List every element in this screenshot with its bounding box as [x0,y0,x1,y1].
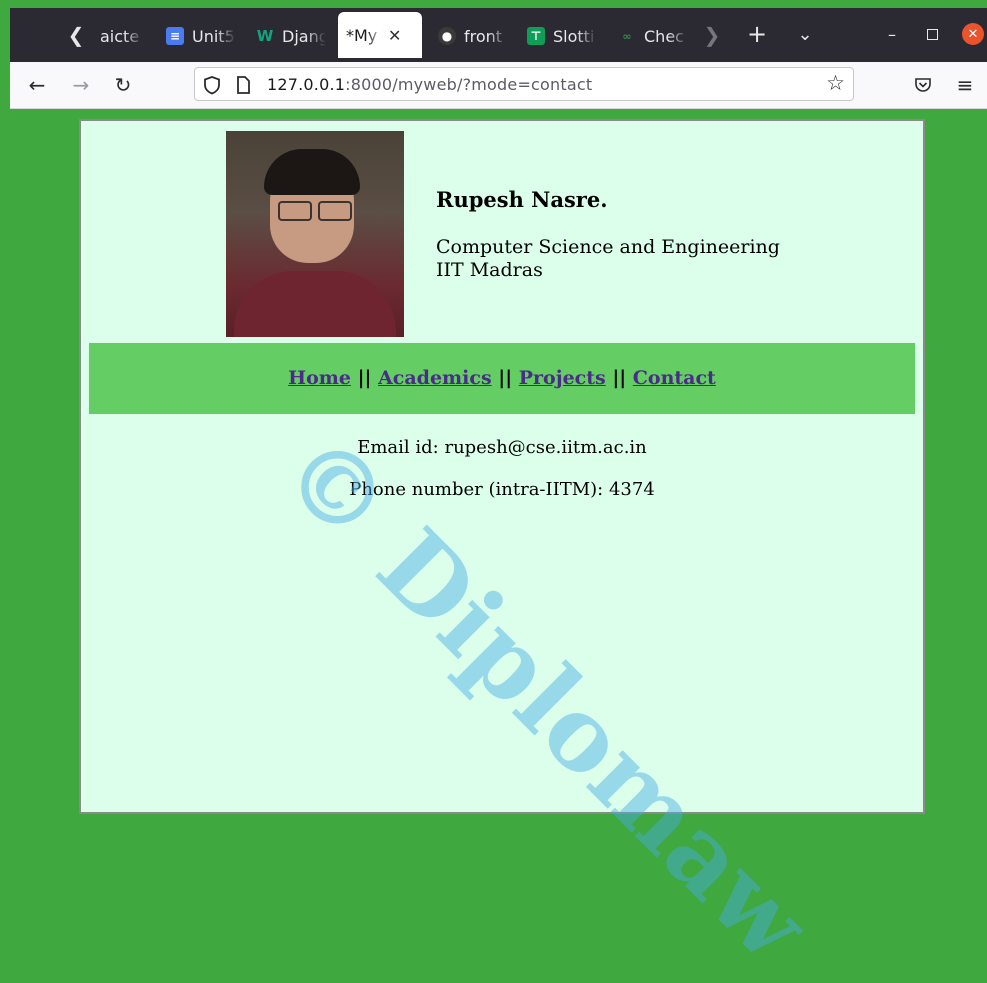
bookmark-star-icon[interactable]: ☆ [826,71,845,95]
tab-check[interactable]: ∞ Chec [618,16,688,56]
nav-separator: || [498,367,513,389]
back-arrow-icon[interactable]: ← [24,72,50,98]
w-icon: W [256,27,274,45]
reload-icon[interactable]: ↻ [110,72,136,98]
nav-link-home[interactable]: Home [288,367,351,389]
gfg-icon: ∞ [622,29,632,43]
navigation-toolbar: ← → ↻ 127.0.0.1:8000/myweb/?mode=contact… [10,62,987,109]
nav-separator: || [612,367,627,389]
url-bar[interactable]: 127.0.0.1:8000/myweb/?mode=contact ☆ [194,67,854,101]
site-nav-menu: Home || Academics || Projects || Contact [89,343,915,414]
url-path: :8000/myweb/?mode=contact [345,75,593,94]
institute-line: IIT Madras [436,259,543,281]
url-host: 127.0.0.1 [267,75,346,94]
nav-link-academics[interactable]: Academics [378,367,492,389]
tab-label: Slotti [553,26,595,46]
new-tab-icon[interactable]: + [744,20,770,48]
tab-my-web[interactable]: *My W ✕ [338,12,422,58]
url-text[interactable]: 127.0.0.1:8000/myweb/?mode=contact [267,75,592,94]
close-tab-icon[interactable]: ✕ [388,26,401,45]
sheets-icon: ⊤ [527,27,545,45]
tab-aicte[interactable]: aicte [100,16,144,56]
tab-label: Chec [644,26,684,46]
forward-arrow-icon[interactable]: → [68,72,94,98]
photo-glasses-right [318,201,352,221]
menu-hamburger-icon[interactable]: ≡ [952,72,978,98]
tab-front[interactable]: ● front [438,16,508,56]
tab-unit5[interactable]: ≡ Unit5 [166,16,236,56]
photo-hair [264,149,360,195]
tab-label: Unit5 [192,26,235,46]
page-icon[interactable] [235,75,251,95]
tab-label: *My W [346,25,384,45]
nav-link-projects[interactable]: Projects [519,367,606,389]
list-tabs-chevron-down-icon[interactable]: ⌄ [792,20,818,48]
photo-glasses-left [278,201,312,221]
close-window-icon[interactable]: ✕ [962,23,984,45]
tab-label: front [464,26,503,46]
tab-scroll-right-icon[interactable]: ❯ [702,22,722,48]
tab-scroll-left-icon[interactable]: ❮ [66,22,86,48]
profile-photo [226,131,404,337]
shield-icon[interactable] [203,75,221,95]
docs-icon: ≡ [166,27,184,45]
email-text: Email id: rupesh@cse.iitm.ac.in [357,437,647,458]
web-page-content: Rupesh Nasre. Computer Science and Engin… [79,119,925,983]
profile-affiliation: Computer Science and Engineering IIT Mad… [436,236,780,282]
department-line: Computer Science and Engineering [436,236,780,258]
phone-text: Phone number (intra-IITM): 4374 [349,479,655,500]
github-icon: ● [438,27,456,45]
maximize-icon[interactable] [922,24,942,44]
photo-shirt [234,271,396,337]
profile-name: Rupesh Nasre. [436,187,608,212]
pocket-icon[interactable] [910,72,936,98]
tab-django[interactable]: W Djang [256,16,326,56]
minimize-icon[interactable]: – [882,24,902,44]
nav-link-contact[interactable]: Contact [633,367,716,389]
nav-separator: || [357,367,372,389]
tab-strip: ❮ aicte ≡ Unit5 W Djang *My W ✕ ● front … [10,8,987,62]
tab-label: aicte [100,26,140,46]
tab-label: Djang [282,26,326,46]
tab-slotting[interactable]: ⊤ Slotti [527,16,597,56]
